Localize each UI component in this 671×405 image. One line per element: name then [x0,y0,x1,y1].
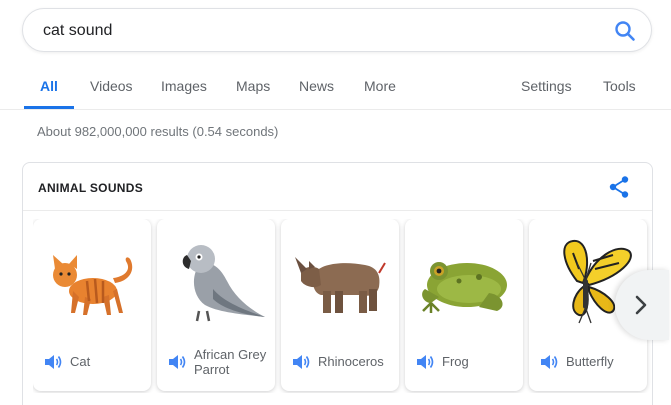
animal-carousel[interactable]: Cat African Grey Parrot Rhinoceros Frog … [33,219,651,393]
tab-more[interactable]: More [364,60,396,109]
animal-label: Butterfly [566,354,614,369]
animal-card-african-grey-parrot[interactable]: African Grey Parrot [157,219,275,391]
card-title: ANIMAL SOUNDS [38,181,144,195]
animal-card-rhinoceros[interactable]: Rhinoceros [281,219,399,391]
tab-all[interactable]: All [40,60,58,109]
search-tabs: All Videos Images Maps News More Setting… [0,60,671,110]
tab-settings[interactable]: Settings [521,60,572,109]
search-button[interactable] [613,19,637,43]
animal-label: African Grey Parrot [194,347,267,377]
speaker-icon[interactable] [167,352,187,372]
animal-sounds-card: ANIMAL SOUNDS Cat African Grey Parrot Rh… [22,162,669,405]
tab-videos[interactable]: Videos [90,60,133,109]
speaker-icon[interactable] [415,352,435,372]
animal-label: Frog [442,354,469,369]
result-stats: About 982,000,000 results (0.54 seconds) [37,124,279,139]
share-button[interactable] [608,175,630,199]
tab-maps[interactable]: Maps [236,60,270,109]
rhinoceros-image [295,257,386,313]
chevron-right-icon [635,295,647,315]
speaker-icon[interactable] [539,352,559,372]
frog-image [422,262,507,313]
speaker-icon[interactable] [291,352,311,372]
share-icon [609,176,629,198]
animal-label: Cat [70,354,91,369]
tab-tools[interactable]: Tools [603,60,636,109]
active-tab-indicator [24,106,74,109]
search-icon [615,21,635,41]
animal-card-frog[interactable]: Frog [405,219,523,391]
tab-images[interactable]: Images [161,60,207,109]
search-input[interactable] [43,20,603,42]
card-header: ANIMAL SOUNDS [23,163,652,211]
cat-image [53,255,133,315]
parrot-image [182,245,265,322]
speaker-icon[interactable] [43,352,63,372]
animal-label: Rhinoceros [318,354,384,369]
search-box[interactable] [22,8,652,52]
animal-card-cat[interactable]: Cat [33,219,151,391]
tab-news[interactable]: News [299,60,334,109]
